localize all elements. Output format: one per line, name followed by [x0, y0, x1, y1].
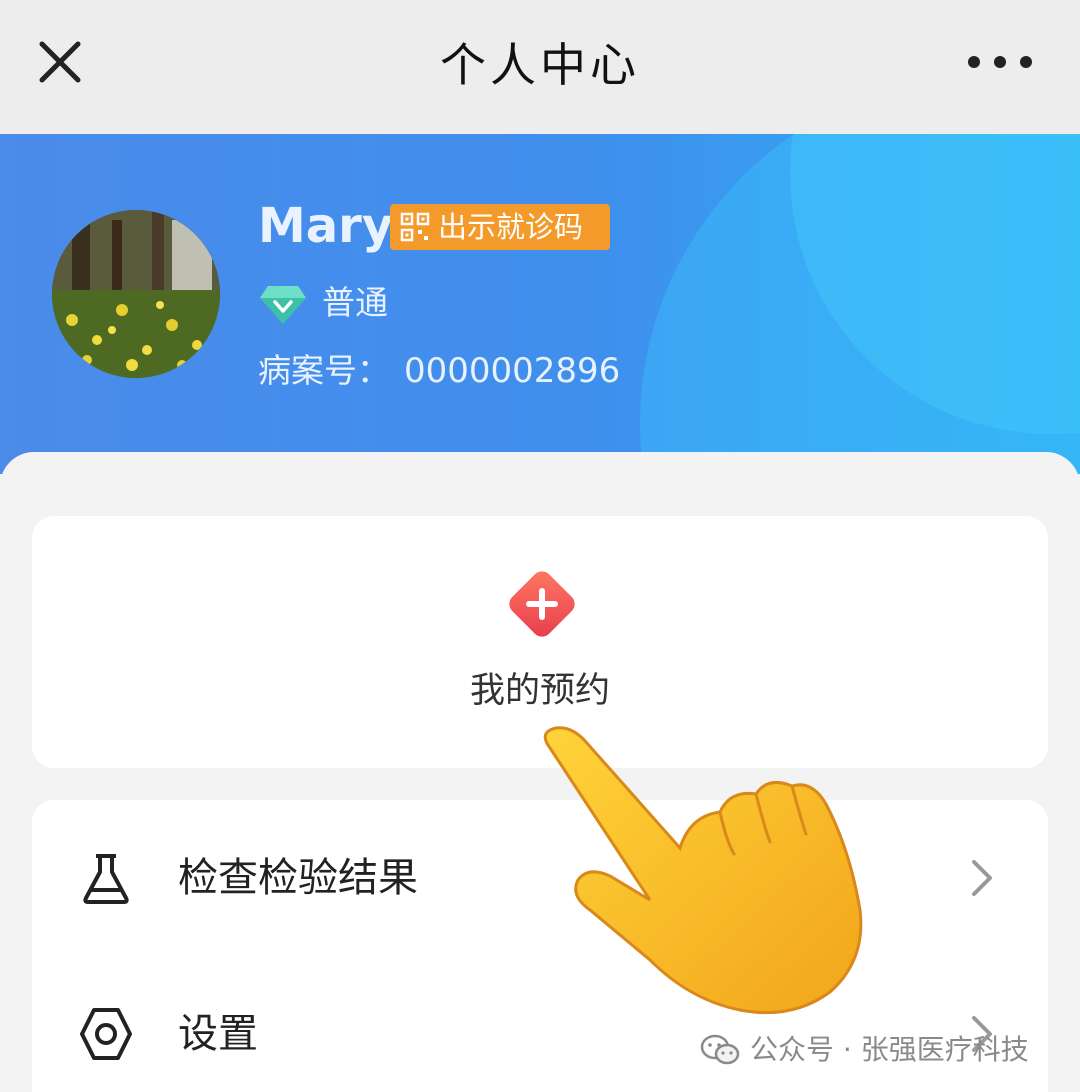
show-visit-code-button[interactable]: 出示就诊码	[390, 204, 610, 250]
chevron-right-icon	[972, 860, 992, 896]
top-bar: 个人中心	[0, 0, 1080, 134]
show-visit-code-label: 出示就诊码	[438, 210, 584, 244]
member-level: 普通	[322, 283, 388, 322]
profile-header: Mary 出示就诊码 普通 病案号： 0000002896	[0, 134, 1080, 474]
avatar[interactable]	[52, 210, 220, 378]
hexagon-settings-icon	[80, 1008, 132, 1060]
menu-item-label: 设置	[178, 1011, 258, 1057]
wechat-icon	[700, 1034, 740, 1065]
watermark: 公众号 · 张强医疗科技	[700, 1026, 1029, 1074]
record-number-label: 病案号：	[258, 351, 390, 390]
more-dots-icon	[968, 56, 1032, 68]
watermark-text: 公众号 · 张强医疗科技	[750, 1033, 1029, 1066]
flask-icon	[83, 854, 129, 904]
qr-code-icon	[400, 212, 430, 242]
more-button[interactable]	[960, 40, 1040, 84]
page-title: 个人中心	[440, 38, 640, 92]
avatar-photo	[52, 210, 220, 378]
diamond-level-icon	[260, 286, 306, 324]
user-name: Mary	[258, 198, 394, 254]
menu-item-label: 检查检验结果	[178, 855, 418, 901]
pointing-hand-icon	[543, 726, 863, 1015]
record-number-value: 0000002896	[404, 351, 621, 391]
appointment-plus-icon	[509, 571, 575, 637]
my-appointment-label: 我的预约	[469, 671, 610, 711]
